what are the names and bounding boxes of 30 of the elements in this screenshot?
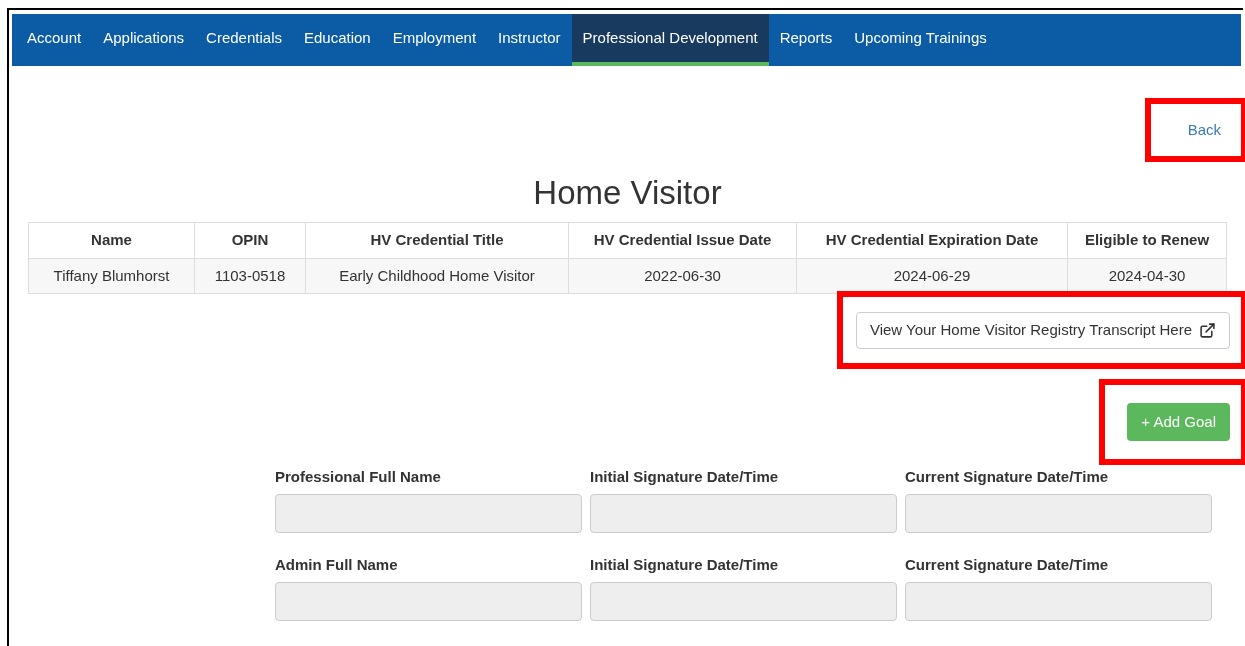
page-title: Home Visitor [532, 173, 723, 213]
column-header: HV Credential Title [305, 222, 569, 259]
nav-tab[interactable]: Upcoming Trainings [843, 14, 998, 66]
external-link-icon [1199, 321, 1216, 339]
table-cell: Early Childhood Home Visitor [305, 258, 569, 294]
table-cell: 2024-06-29 [796, 258, 1068, 294]
nav-tab[interactable]: Employment [381, 14, 488, 66]
nav-tab[interactable]: Reports [768, 14, 844, 66]
column-header: Eligible to Renew [1067, 222, 1227, 259]
nav-tab[interactable]: Applications [92, 14, 196, 66]
nav-tab[interactable]: Professional Development [571, 14, 769, 66]
field-label: Initial Signature Date/Time [590, 467, 780, 487]
column-header: OPIN [194, 222, 306, 259]
nav-tab[interactable]: Education [292, 14, 382, 66]
field-label: Professional Full Name [275, 467, 442, 487]
column-header: HV Credential Expiration Date [796, 222, 1068, 259]
back-link[interactable]: Back [1187, 118, 1221, 142]
column-header: Name [28, 222, 195, 259]
nav-tab[interactable]: Credentials [195, 14, 293, 66]
table-cell: Tiffany Blumhorst [28, 258, 195, 294]
field-label: Initial Signature Date/Time [590, 555, 780, 575]
field-label: Admin Full Name [275, 555, 399, 575]
column-header: HV Credential Issue Date [568, 222, 797, 259]
field-label: Current Signature Date/Time [905, 467, 1110, 487]
transcript-button[interactable]: View Your Home Visitor Registry Transcript Here [855, 311, 1230, 349]
field-label: Current Signature Date/Time [905, 555, 1110, 575]
table-cell: 1103-0518 [194, 258, 306, 294]
nav-tab[interactable]: Account [16, 14, 93, 66]
nav-tab[interactable]: Instructor [487, 14, 572, 66]
table-cell: 2022-06-30 [568, 258, 797, 294]
